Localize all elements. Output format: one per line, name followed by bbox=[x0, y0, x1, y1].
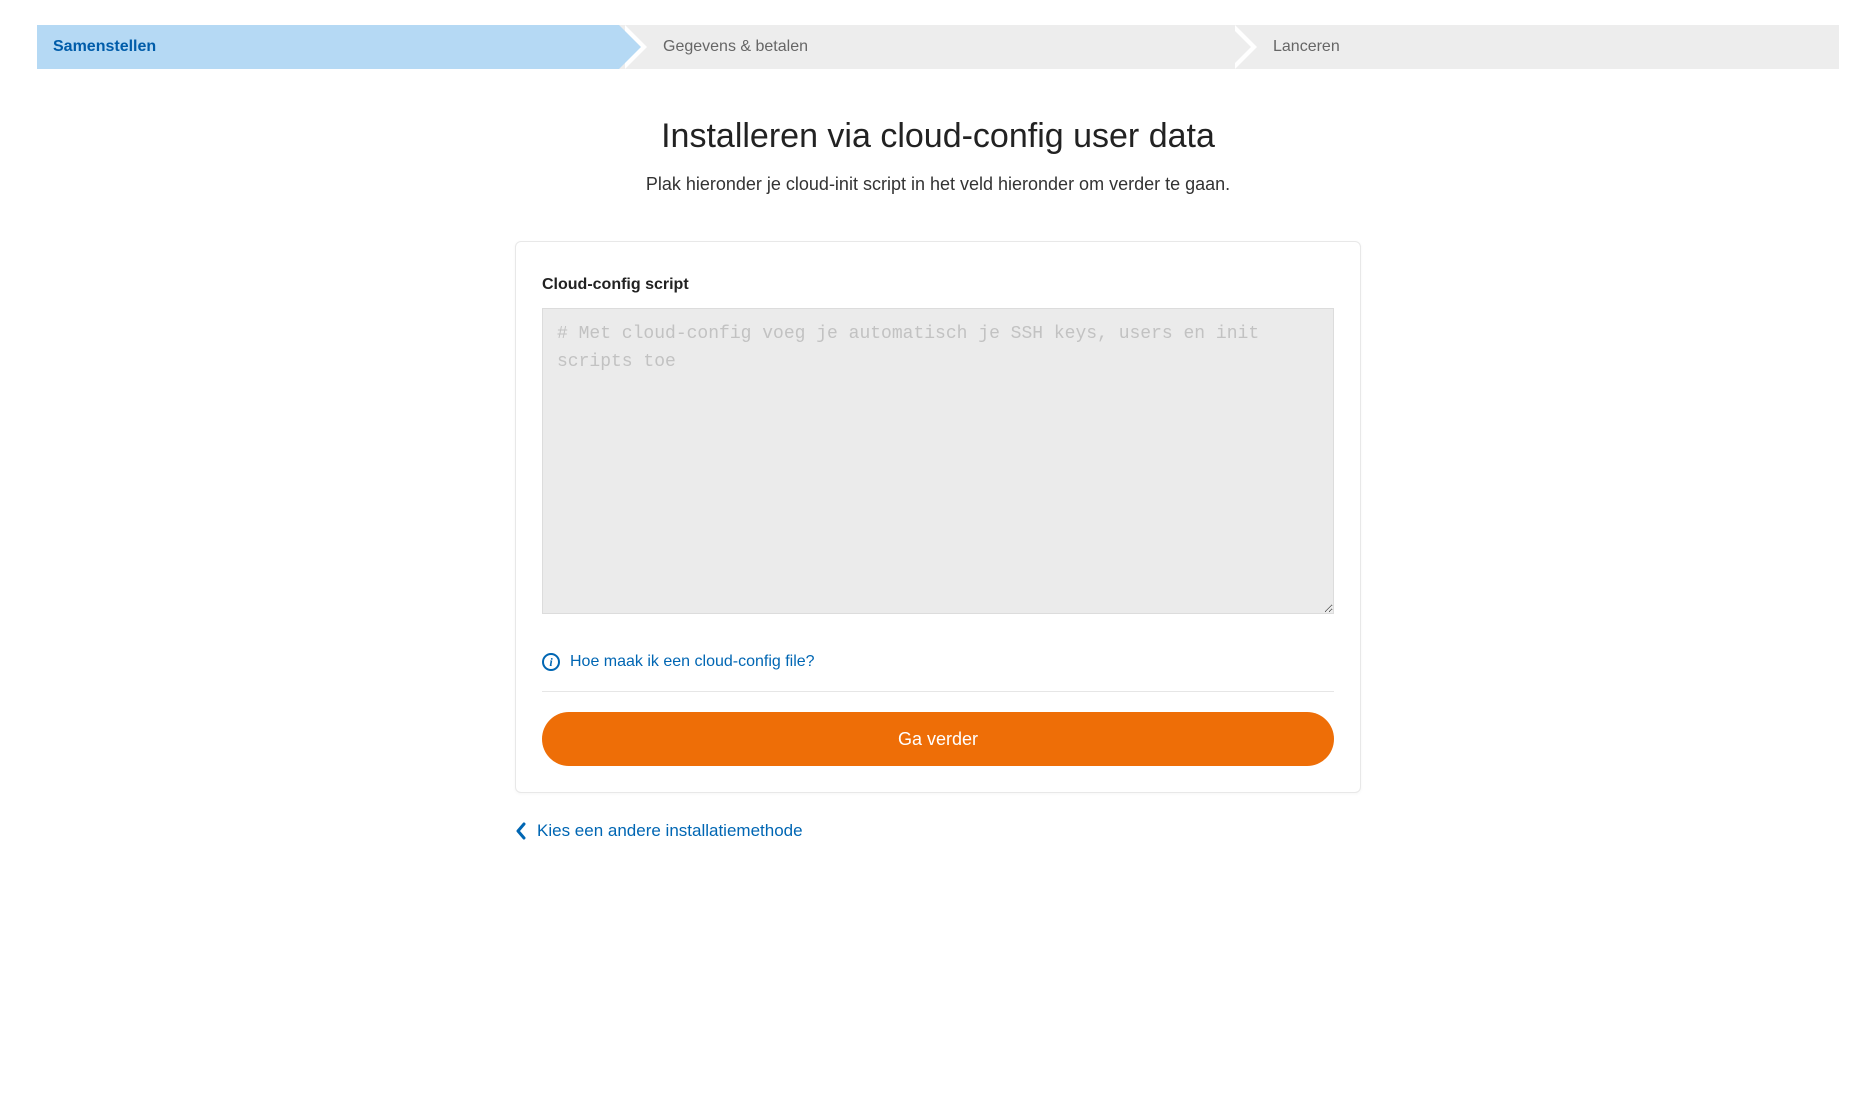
wizard-step-gegevens-betalen[interactable]: Gegevens & betalen bbox=[619, 25, 1229, 69]
wizard-step-label: Samenstellen bbox=[53, 38, 156, 56]
wizard-step-label: Gegevens & betalen bbox=[663, 38, 808, 56]
page-subtitle: Plak hieronder je cloud-init script in h… bbox=[0, 174, 1876, 195]
wizard-step-label: Lanceren bbox=[1273, 38, 1340, 56]
help-link-text: Hoe maak ik een cloud-config file? bbox=[570, 653, 815, 671]
wizard-steps: Samenstellen Gegevens & betalen Lanceren bbox=[37, 25, 1839, 69]
wizard-step-samenstellen[interactable]: Samenstellen bbox=[37, 25, 619, 69]
cloud-config-help-link[interactable]: i Hoe maak ik een cloud-config file? bbox=[542, 653, 815, 671]
cloud-config-script-input[interactable] bbox=[542, 308, 1334, 614]
back-link-text: Kies een andere installatiemethode bbox=[537, 821, 803, 841]
wizard-step-lanceren[interactable]: Lanceren bbox=[1229, 25, 1839, 69]
continue-button[interactable]: Ga verder bbox=[542, 712, 1334, 766]
divider bbox=[542, 691, 1334, 692]
info-icon: i bbox=[542, 653, 560, 671]
page-title: Installeren via cloud-config user data bbox=[0, 117, 1876, 156]
chevron-left-icon bbox=[515, 822, 527, 840]
cloud-config-script-label: Cloud-config script bbox=[542, 276, 1334, 294]
choose-other-install-method-link[interactable]: Kies een andere installatiemethode bbox=[515, 821, 1361, 841]
cloud-config-card: Cloud-config script i Hoe maak ik een cl… bbox=[515, 241, 1361, 793]
